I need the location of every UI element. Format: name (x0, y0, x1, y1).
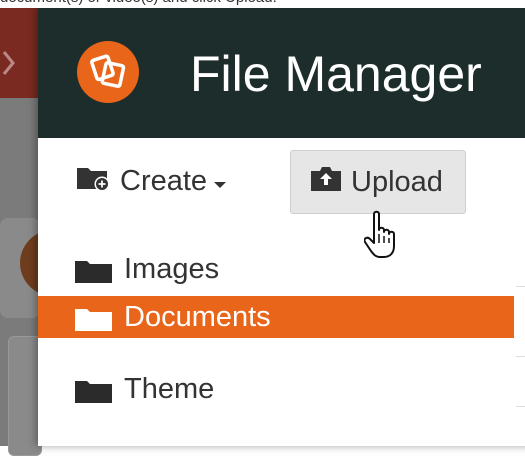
instruction-caption: document(s) or video(s) and click Upload… (0, 0, 525, 8)
file-manager-logo-icon (77, 41, 139, 103)
folder-item-theme[interactable]: Theme (38, 368, 514, 410)
upload-button[interactable]: Upload (290, 150, 466, 214)
upload-button-label: Upload (351, 165, 443, 198)
folder-tree: Images Documents Theme (38, 246, 517, 446)
background-chevron-icon (2, 51, 15, 75)
folder-item-documents[interactable]: Documents (38, 296, 514, 338)
folder-icon (74, 258, 114, 292)
modal-header: File Manager (38, 6, 525, 138)
create-button[interactable]: Create (68, 150, 235, 212)
folder-icon (74, 378, 114, 412)
folder-item-label: Theme (124, 373, 215, 405)
page-title: File Manager (190, 46, 482, 102)
folder-item-images[interactable]: Images (38, 248, 514, 290)
folder-item-label: Images (124, 253, 220, 285)
create-button-label: Create (120, 164, 208, 197)
toolbar: Create Upload (38, 138, 525, 234)
upload-box-icon (309, 163, 343, 201)
background-panel (8, 336, 42, 456)
caret-down-icon (213, 165, 227, 198)
file-manager-modal: File Manager Create Upload Images Docume… (38, 6, 525, 446)
folder-open-icon (74, 306, 114, 340)
hand-pointer-icon (364, 210, 395, 258)
folder-plus-icon (76, 162, 112, 200)
content-pane-edge (516, 246, 525, 446)
folder-item-label: Documents (124, 301, 271, 333)
